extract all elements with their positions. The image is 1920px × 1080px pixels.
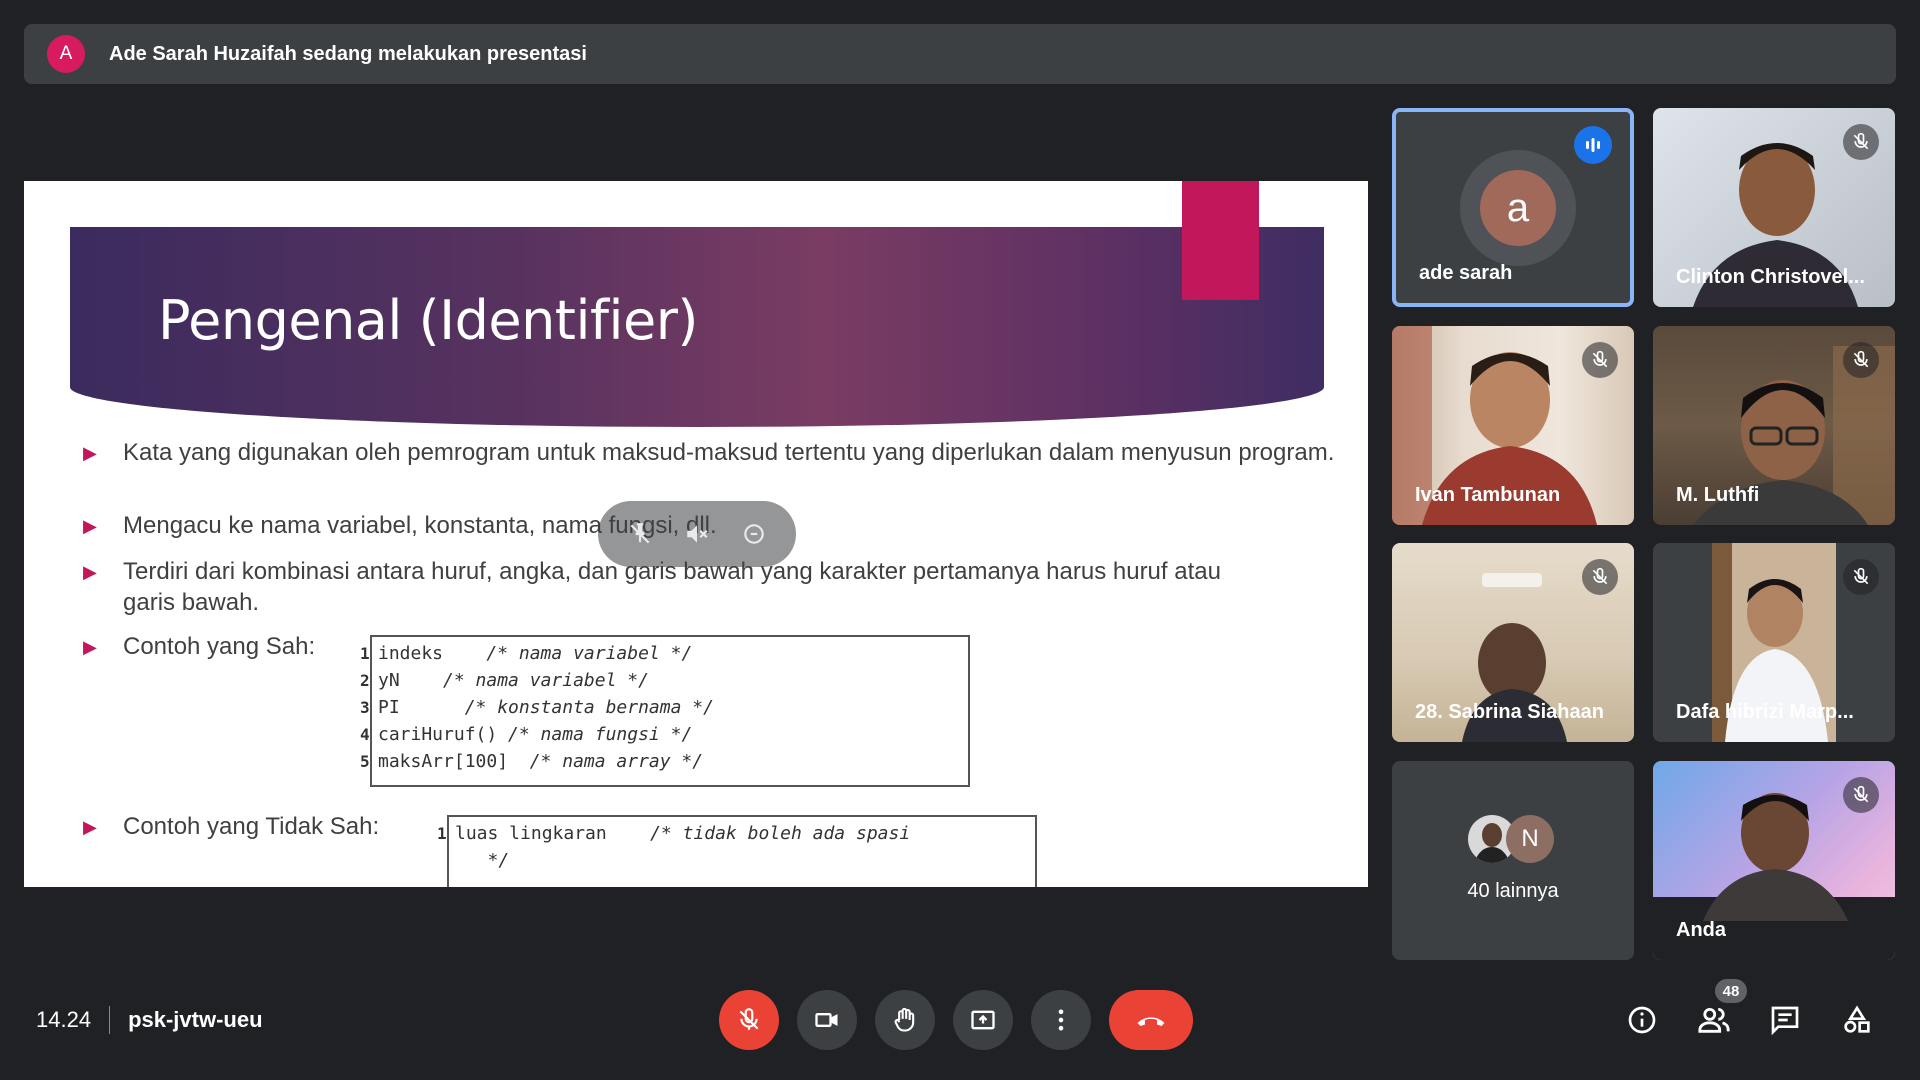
activities-icon (1844, 1005, 1870, 1033)
participant-name: 28. Sabrina Siahaan (1415, 701, 1604, 723)
bullet-arrow-icon: ▶ (83, 516, 97, 536)
mic-off-icon (1843, 559, 1879, 595)
raise-hand-button[interactable] (875, 990, 935, 1050)
presentation-hover-controls[interactable] (598, 501, 796, 567)
info-icon (1628, 1006, 1656, 1034)
participant-name: M. Luthfi (1676, 484, 1760, 506)
mic-off-icon (739, 1008, 759, 1030)
mic-off-icon (1582, 559, 1618, 595)
mic-off-icon (1582, 342, 1618, 378)
participant-tile-self[interactable]: Anda (1653, 761, 1895, 960)
mic-off-icon (1843, 124, 1879, 160)
presentation-slide: Pengenal (Identifier) ▶ Kata yang diguna… (24, 181, 1368, 887)
participant-name: Dafa hibrizi Marp... (1676, 701, 1854, 723)
leave-call-button[interactable] (1109, 990, 1193, 1050)
mic-toggle-button[interactable] (719, 990, 779, 1050)
mic-off-icon (1843, 342, 1879, 378)
code-line: 3 PI /* konstanta bernama */ (360, 697, 714, 718)
others-tile[interactable]: N 40 lainnya (1392, 761, 1634, 960)
meeting-info: 14.24 psk-jvtw-ueu (36, 1006, 263, 1034)
participant-tile[interactable]: Ivan Tambunan (1392, 326, 1634, 525)
people-icon (1698, 1007, 1730, 1033)
slide-title: Pengenal (Identifier) (158, 289, 698, 352)
code-line: 2 yN /* nama variabel */ (360, 670, 649, 691)
meeting-time: 14.24 (36, 1007, 92, 1032)
code-line: 1 indeks /* nama variabel */ (360, 643, 693, 664)
camera-icon (815, 1013, 838, 1027)
participant-tile[interactable]: M. Luthfi (1653, 326, 1895, 525)
slide-bullet: ▶ Contoh yang Sah: (83, 631, 363, 663)
invalid-code-box: 1 luas lingkaran /* tidak boleh ada spasi… (437, 815, 1037, 887)
mute-presentation-icon[interactable] (682, 519, 712, 549)
speaking-indicator-icon (1574, 126, 1612, 164)
hand-icon (894, 1007, 915, 1032)
present-button[interactable] (953, 990, 1013, 1050)
valid-code-box: 1 indeks /* nama variabel */ 2 yN /* nama … (360, 635, 970, 787)
meeting-code: psk-jvtw-ueu (128, 1007, 263, 1032)
chat-button[interactable] (1763, 998, 1807, 1042)
more-options-button[interactable] (1031, 990, 1091, 1050)
participant-name: ade sarah (1419, 262, 1513, 284)
participant-count-badge: 48 (1715, 979, 1747, 1003)
participant-tile[interactable]: Dafa hibrizi Marp... (1653, 543, 1895, 742)
meeting-details-button[interactable] (1620, 998, 1664, 1042)
avatar: a (1460, 150, 1576, 266)
mic-off-icon (1843, 777, 1879, 813)
others-count-label: 40 lainnya (1467, 880, 1559, 902)
present-icon (971, 1010, 995, 1030)
end-call-icon (1137, 1017, 1165, 1026)
code-line: 4 cariHuruf() /* nama fungsi */ (360, 724, 693, 745)
fullscreen-icon[interactable] (739, 519, 769, 549)
bullet-arrow-icon: ▶ (83, 817, 97, 837)
unpin-icon[interactable] (625, 519, 655, 549)
bullet-arrow-icon: ▶ (83, 637, 97, 657)
slide-decoration (1182, 181, 1259, 300)
code-line: 1 luas lingkaran /* tidak boleh ada spasi (437, 823, 911, 844)
chat-icon (1771, 1006, 1799, 1036)
participant-name: Ivan Tambunan (1415, 484, 1561, 506)
activities-button[interactable] (1835, 998, 1879, 1042)
participant-name: Clinton Christovel... (1676, 266, 1865, 288)
slide-bullet: ▶ Kata yang digunakan oleh pemrogram unt… (83, 437, 1343, 469)
slide-bullet: ▶ Contoh yang Tidak Sah: (83, 811, 443, 843)
bullet-arrow-icon: ▶ (83, 562, 97, 582)
participant-tile[interactable]: Clinton Christovel... (1653, 108, 1895, 307)
presenting-banner: A Ade Sarah Huzaifah sedang melakukan pr… (24, 24, 1896, 84)
participant-name: Anda (1676, 919, 1726, 941)
code-line: 5 maksArr[100] /* nama array */ (360, 751, 704, 772)
divider (109, 1006, 111, 1034)
avatar: N (1506, 815, 1554, 863)
presenting-text: Ade Sarah Huzaifah sedang melakukan pres… (109, 42, 587, 65)
presenter-avatar: A (47, 35, 85, 73)
participant-tile[interactable]: 28. Sabrina Siahaan (1392, 543, 1634, 742)
participant-tile[interactable]: a ade sarah (1392, 108, 1634, 307)
camera-toggle-button[interactable] (797, 990, 857, 1050)
people-button[interactable] (1692, 998, 1736, 1042)
bullet-arrow-icon: ▶ (83, 443, 97, 463)
code-line: */ (487, 850, 510, 871)
more-icon (1058, 1009, 1064, 1031)
